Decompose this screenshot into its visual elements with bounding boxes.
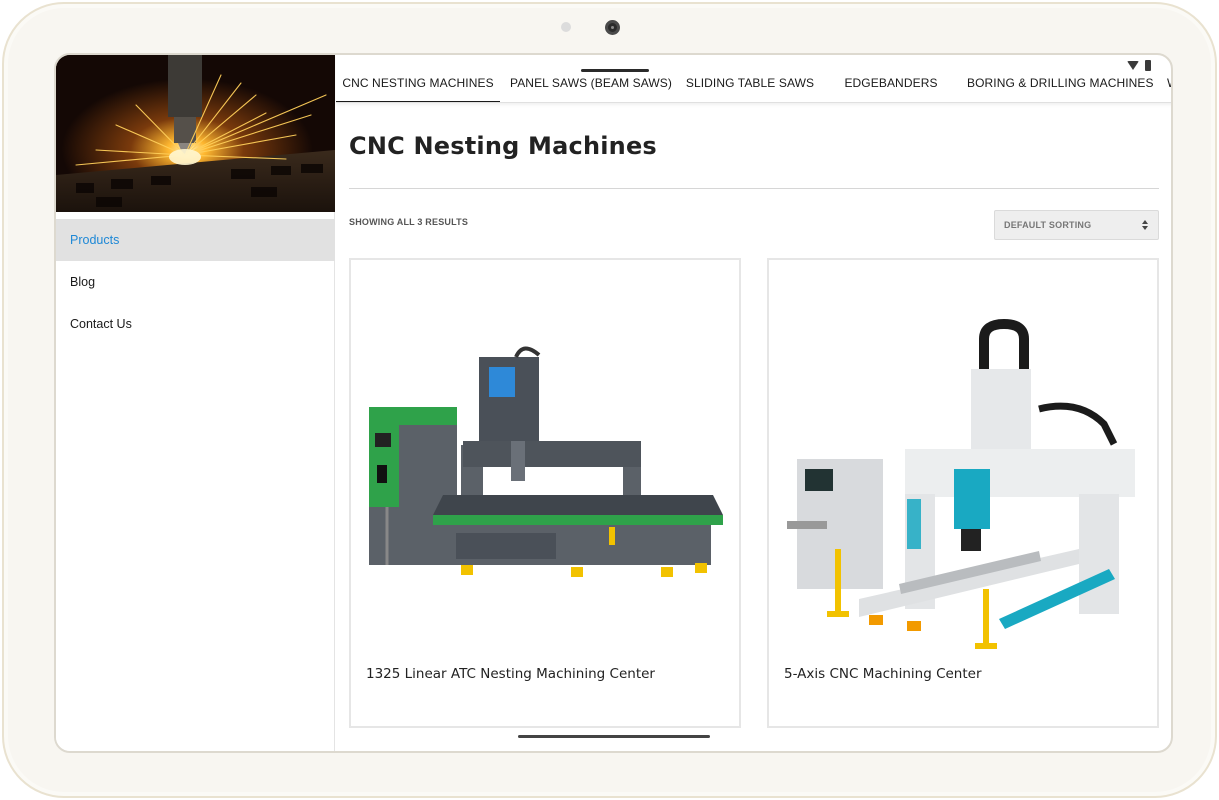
- product-name[interactable]: 1325 Linear ATC Nesting Machining Center: [366, 666, 655, 682]
- battery-icon: [1145, 60, 1151, 71]
- tab-sliding-table-saws[interactable]: SLIDING TABLE SAWS: [684, 55, 816, 102]
- tab-panel-saws[interactable]: PANEL SAWS (BEAM SAWS): [506, 55, 676, 102]
- hero-image: [56, 55, 335, 212]
- product-card[interactable]: 5-Axis CNC Machining Center: [767, 258, 1159, 728]
- sidebar-item-blog[interactable]: Blog: [56, 261, 335, 303]
- main-content: CNC Nesting Machines SHOWING ALL 3 RESUL…: [336, 104, 1171, 751]
- sort-select[interactable]: DEFAULT SORTING: [994, 210, 1159, 240]
- sidebar-nav: Products Blog Contact Us: [56, 219, 335, 345]
- tab-cnc-nesting-machines[interactable]: CNC NESTING MACHINES: [336, 55, 500, 102]
- result-count: SHOWING ALL 3 RESULTS: [349, 217, 469, 227]
- camera-notch-pill: [581, 69, 649, 72]
- category-tabs: CNC NESTING MACHINES PANEL SAWS (BEAM SA…: [336, 55, 1171, 103]
- tab-edgebanders[interactable]: EDGEBANDERS: [836, 55, 946, 102]
- tab-boring-drilling-machines[interactable]: BORING & DRILLING MACHINES: [967, 55, 1154, 102]
- page-title: CNC Nesting Machines: [349, 132, 657, 160]
- wifi-icon: [1127, 61, 1139, 70]
- sidebar-item-contact-us[interactable]: Contact Us: [56, 303, 335, 345]
- screen: Products Blog Contact Us CNC NESTING MAC…: [54, 53, 1173, 753]
- home-indicator[interactable]: [518, 735, 710, 738]
- tab-overflow[interactable]: W: [1167, 55, 1171, 102]
- camera-lens: [605, 20, 620, 35]
- sidebar: Products Blog Contact Us: [56, 55, 335, 751]
- product-card[interactable]: 1325 Linear ATC Nesting Machining Center: [349, 258, 741, 728]
- sensor-dot: [561, 22, 571, 32]
- product-name[interactable]: 5-Axis CNC Machining Center: [784, 666, 982, 682]
- select-arrows-icon: [1142, 220, 1148, 230]
- product-image[interactable]: [361, 345, 731, 625]
- sort-select-value: DEFAULT SORTING: [1004, 220, 1092, 230]
- tablet-frame: Products Blog Contact Us CNC NESTING MAC…: [2, 2, 1217, 798]
- product-image[interactable]: [779, 318, 1149, 649]
- status-bar: [1127, 60, 1151, 71]
- sidebar-item-products[interactable]: Products: [56, 219, 335, 261]
- title-divider: [349, 188, 1159, 189]
